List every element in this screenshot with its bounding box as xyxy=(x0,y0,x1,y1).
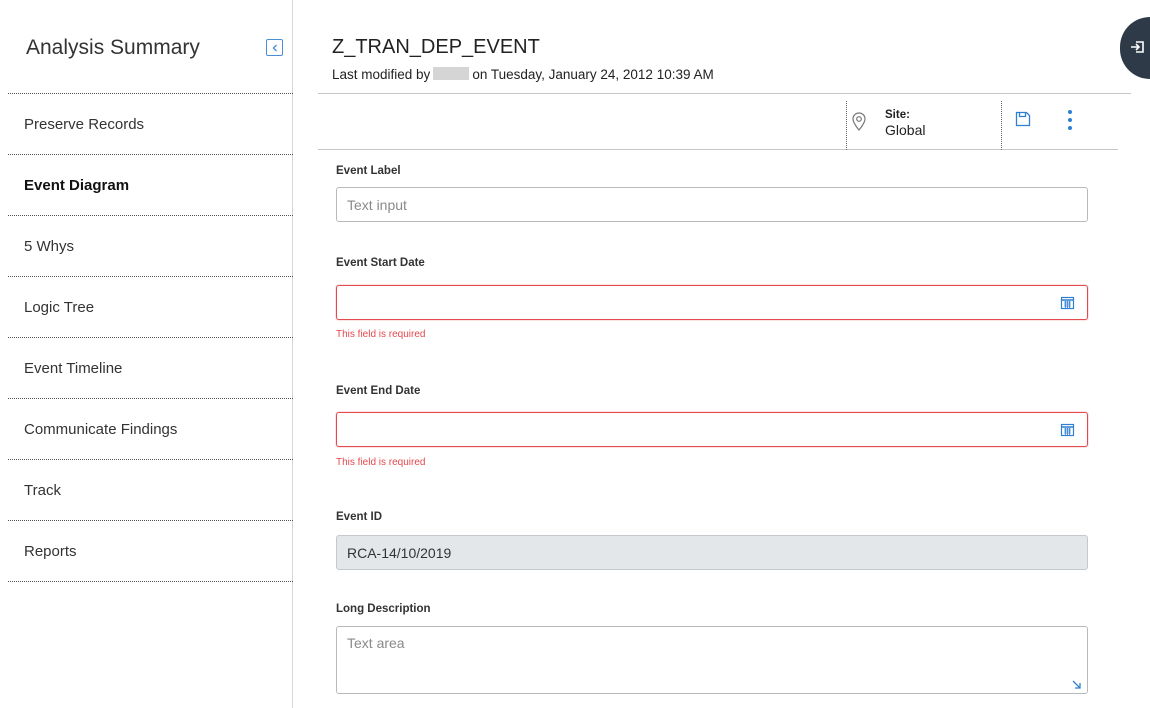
side-panel-toggle[interactable] xyxy=(1120,17,1150,79)
event-start-date-label: Event Start Date xyxy=(336,257,425,269)
sidebar-item-label: Logic Tree xyxy=(24,299,95,316)
sidebar-divider xyxy=(8,581,293,582)
map-pin-icon xyxy=(852,112,866,131)
redacted-user-name xyxy=(433,67,470,80)
last-modified-suffix: on Tuesday, January 24, 2012 10:39 AM xyxy=(472,67,714,82)
sidebar-item-reports[interactable]: Reports xyxy=(8,520,293,581)
sidebar-item-event-diagram[interactable]: Event Diagram xyxy=(8,154,293,215)
sidebar-item-label: Event Diagram xyxy=(24,177,130,194)
event-label-input[interactable] xyxy=(336,187,1088,222)
sidebar-item-label: Event Timeline xyxy=(24,360,123,377)
kebab-menu-icon xyxy=(1068,110,1072,114)
record-toolbar: Site: Global xyxy=(318,94,1118,150)
analysis-sidebar: Analysis Summary Preserve Records Event … xyxy=(0,0,293,708)
sidebar-item-event-timeline[interactable]: Event Timeline xyxy=(8,337,293,398)
sidebar-item-label: Reports xyxy=(24,543,77,560)
event-id-field: RCA-14/10/2019 xyxy=(336,535,1088,570)
calendar-icon[interactable] xyxy=(1060,422,1075,437)
sidebar-item-logic-tree[interactable]: Logic Tree xyxy=(8,276,293,337)
calendar-icon[interactable] xyxy=(1060,295,1075,310)
event-label-label: Event Label xyxy=(336,165,401,177)
event-end-date-label: Event End Date xyxy=(336,385,421,397)
sidebar-item-label: Preserve Records xyxy=(24,116,145,133)
toolbar-separator xyxy=(1001,101,1002,150)
site-label: Site: xyxy=(885,109,910,121)
chevron-left-icon xyxy=(272,44,277,51)
event-start-date-error: This field is required xyxy=(336,329,426,340)
sidebar-item-label: 5 Whys xyxy=(24,238,75,255)
record-title: Z_TRAN_DEP_EVENT xyxy=(332,36,540,58)
last-modified-prefix: Last modified by xyxy=(332,67,431,82)
sidebar-item-communicate-findings[interactable]: Communicate Findings xyxy=(8,398,293,459)
long-description-label: Long Description xyxy=(336,603,431,615)
sidebar-item-5-whys[interactable]: 5 Whys xyxy=(8,215,293,276)
collapse-sidebar-button[interactable] xyxy=(266,39,283,56)
event-id-label: Event ID xyxy=(336,511,383,523)
sidebar-title: Analysis Summary xyxy=(26,36,200,59)
sidebar-item-label: Communicate Findings xyxy=(24,421,178,438)
event-start-date-input[interactable] xyxy=(336,285,1088,320)
site-value[interactable]: Global xyxy=(885,122,925,138)
last-modified-info: Last modified by on Tuesday, January 24, … xyxy=(332,67,714,82)
toolbar-separator xyxy=(846,101,847,150)
resize-handle-icon[interactable] xyxy=(1072,680,1082,690)
long-description-textarea[interactable] xyxy=(336,626,1088,694)
sign-in-icon xyxy=(1131,41,1144,53)
event-end-date-input[interactable] xyxy=(336,412,1088,447)
sidebar-item-preserve-records[interactable]: Preserve Records xyxy=(8,93,293,154)
sidebar-nav: Preserve Records Event Diagram 5 Whys Lo… xyxy=(8,93,293,582)
event-end-date-error: This field is required xyxy=(336,457,426,468)
save-button[interactable] xyxy=(1015,111,1031,132)
save-icon xyxy=(1015,111,1031,127)
sidebar-item-track[interactable]: Track xyxy=(8,459,293,520)
more-options-button[interactable] xyxy=(1064,109,1076,131)
sidebar-item-label: Track xyxy=(24,482,61,499)
